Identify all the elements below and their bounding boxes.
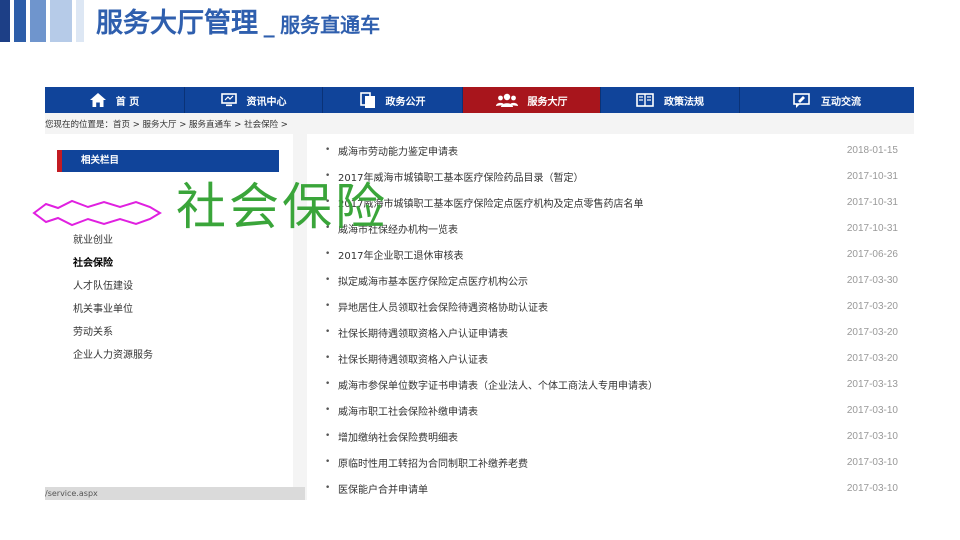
users-icon bbox=[495, 93, 518, 107]
sidebar-item-talent[interactable]: 人才队伍建设 bbox=[73, 277, 133, 292]
list-item-date: 2017-10-31 bbox=[846, 222, 898, 234]
list-item-date: 2017-03-10 bbox=[846, 404, 898, 416]
slide-title-separator: _ bbox=[263, 13, 275, 38]
list-item-title: 社保长期待遇领取资格入户认证申请表 bbox=[338, 328, 508, 340]
sidebar-item-enterprise-hr[interactable]: 企业人力资源服务 bbox=[73, 346, 153, 361]
list-item-title: 威海市参保单位数字证书申请表（企业法人、个体工商法人专用申请表） bbox=[338, 380, 658, 392]
nav-policy[interactable]: 政策法规 bbox=[601, 87, 740, 113]
list-item[interactable]: • 社保长期待遇领取资格入户认证申请表 2017-03-20 bbox=[307, 322, 907, 342]
header-bar-1 bbox=[0, 0, 10, 42]
bullet-icon: • bbox=[325, 301, 331, 311]
nav-label: 服务大厅 bbox=[527, 96, 568, 108]
nav-service-hall[interactable]: 服务大厅 bbox=[463, 87, 601, 113]
list-item-title: 异地居住人员领取社会保险待遇资格协助认证表 bbox=[338, 302, 548, 314]
sidebar-item-social-insurance[interactable]: 社会保险 bbox=[73, 254, 113, 269]
bullet-icon: • bbox=[325, 145, 331, 155]
list-item-date: 2017-03-30 bbox=[846, 274, 898, 286]
bullet-icon: • bbox=[325, 249, 331, 259]
list-item[interactable]: • 原临时性用工转招为合同制职工补缴养老费 2017-03-10 bbox=[307, 452, 907, 472]
bullet-icon: • bbox=[325, 353, 331, 363]
list-item-date: 2017-03-20 bbox=[846, 326, 898, 338]
status-bar-url: /service.aspx bbox=[45, 487, 305, 500]
bullet-icon: • bbox=[325, 327, 331, 337]
list-item[interactable]: • 拟定威海市基本医疗保险定点医疗机构公示 2017-03-30 bbox=[307, 270, 907, 290]
list-item[interactable]: • 威海市参保单位数字证书申请表（企业法人、个体工商法人专用申请表） 2017-… bbox=[307, 374, 907, 394]
list-item-title: 威海市劳动能力鉴定申请表 bbox=[338, 146, 458, 158]
bullet-icon: • bbox=[325, 483, 331, 493]
header-bar-4 bbox=[50, 0, 72, 42]
book-icon bbox=[636, 93, 654, 107]
header-bar-3 bbox=[30, 0, 46, 42]
nav-home[interactable]: 首 页 bbox=[45, 87, 185, 113]
slide-title-sub: 服务直通车 bbox=[280, 13, 381, 37]
nav-label: 资讯中心 bbox=[246, 96, 287, 108]
list-item-title: 医保能户合并申请单 bbox=[338, 484, 428, 496]
list-item-date: 2017-03-10 bbox=[846, 456, 898, 468]
list-item-date: 2017-03-20 bbox=[846, 300, 898, 312]
list-item-title: 增加缴纳社会保险费明细表 bbox=[338, 432, 458, 444]
list-item[interactable]: • 异地居住人员领取社会保险待遇资格协助认证表 2017-03-20 bbox=[307, 296, 907, 316]
list-item-title: 2017年企业职工退休审核表 bbox=[338, 250, 464, 262]
nav-news[interactable]: 资讯中心 bbox=[185, 87, 323, 113]
list-item-title: 社保长期待遇领取资格入户认证表 bbox=[338, 354, 488, 366]
list-item[interactable]: • 威海市职工社会保险补缴申请表 2017-03-10 bbox=[307, 400, 907, 420]
bullet-icon: • bbox=[325, 457, 331, 467]
list-item[interactable]: • 2017威海市城镇职工基本医疗保险定点医疗机构及定点零售药店名单 2017-… bbox=[307, 192, 907, 212]
list-item[interactable]: • 2017年企业职工退休审核表 2017-06-26 bbox=[307, 244, 907, 264]
document-icon bbox=[359, 92, 375, 108]
list-item[interactable]: • 威海市社保经办机构一览表 2017-10-31 bbox=[307, 218, 907, 238]
sidebar-item-employment[interactable]: 就业创业 bbox=[73, 231, 113, 246]
home-icon bbox=[89, 93, 106, 107]
list-item-title: 原临时性用工转招为合同制职工补缴养老费 bbox=[338, 458, 528, 470]
list-item-date: 2018-01-15 bbox=[846, 144, 898, 156]
website-screenshot: 首 页 资讯中心 政务公开 服务大厅 政策法规 互动交流 您现在的位置是：首页 … bbox=[45, 87, 914, 500]
list-item[interactable]: • 医保能户合并申请单 2017-03-10 bbox=[307, 478, 907, 498]
list-item-date: 2017-03-20 bbox=[846, 352, 898, 364]
list-item[interactable]: • 2017年威海市城镇职工基本医疗保险药品目录（暂定） 2017-10-31 bbox=[307, 166, 907, 186]
list-item-date: 2017-06-26 bbox=[846, 248, 898, 260]
list-item[interactable]: • 社保长期待遇领取资格入户认证表 2017-03-20 bbox=[307, 348, 907, 368]
top-nav: 首 页 资讯中心 政务公开 服务大厅 政策法规 互动交流 bbox=[45, 87, 914, 113]
list-item-date: 2017-03-13 bbox=[846, 378, 898, 390]
list-item-date: 2017-03-10 bbox=[846, 430, 898, 442]
list-item-title: 拟定威海市基本医疗保险定点医疗机构公示 bbox=[338, 276, 528, 288]
list-item-title: 威海市职工社会保险补缴申请表 bbox=[338, 406, 478, 418]
bullet-icon: • bbox=[325, 431, 331, 441]
breadcrumb: 您现在的位置是：首页 > 服务大厅 > 服务直通车 > 社会保险 > bbox=[45, 120, 288, 130]
highlight-zigzag-outline bbox=[32, 199, 162, 227]
nav-label: 政务公开 bbox=[385, 96, 426, 108]
nav-label: 首 页 bbox=[115, 96, 140, 108]
nav-label: 政策法规 bbox=[664, 96, 704, 108]
list-item-date: 2017-03-10 bbox=[846, 482, 898, 494]
overlay-label-social-insurance: 社会保险 bbox=[176, 178, 388, 236]
nav-interaction[interactable]: 互动交流 bbox=[740, 87, 914, 113]
monitor-icon bbox=[220, 93, 237, 107]
header-bar-2 bbox=[14, 0, 26, 42]
slide-title: 服务大厅管理 _ 服务直通车 bbox=[96, 4, 380, 44]
sidebar-item-institutions[interactable]: 机关事业单位 bbox=[73, 300, 133, 315]
slide-title-main: 服务大厅管理 bbox=[96, 8, 258, 39]
list-item[interactable]: • 威海市劳动能力鉴定申请表 2018-01-15 bbox=[307, 140, 907, 160]
bullet-icon: • bbox=[325, 379, 331, 389]
sidebar-header: 相关栏目 bbox=[57, 150, 279, 172]
nav-gov-affairs[interactable]: 政务公开 bbox=[323, 87, 463, 113]
document-list: • 威海市劳动能力鉴定申请表 2018-01-15 • 2017年威海市城镇职工… bbox=[307, 134, 914, 500]
bullet-icon: • bbox=[325, 275, 331, 285]
list-item[interactable]: • 增加缴纳社会保险费明细表 2017-03-10 bbox=[307, 426, 907, 446]
bullet-icon: • bbox=[325, 405, 331, 415]
header-bar-5 bbox=[76, 0, 84, 42]
list-item-date: 2017-10-31 bbox=[846, 170, 898, 182]
chat-icon bbox=[793, 92, 810, 108]
sidebar-item-labor-relations[interactable]: 劳动关系 bbox=[73, 323, 113, 338]
nav-label: 互动交流 bbox=[821, 96, 861, 108]
list-item-date: 2017-10-31 bbox=[846, 196, 898, 208]
